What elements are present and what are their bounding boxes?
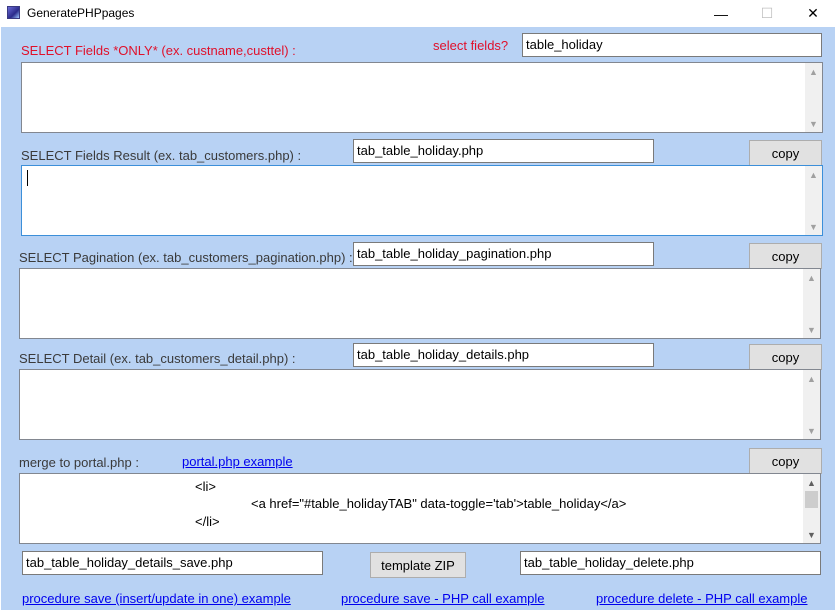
- scroll-down-icon[interactable]: ▼: [805, 115, 822, 132]
- select-fields-scrollbar[interactable]: ▲ ▼: [805, 63, 822, 132]
- scroll-up-icon[interactable]: ▲: [803, 474, 820, 491]
- result-label: SELECT Fields Result (ex. tab_customers.…: [21, 148, 302, 163]
- portal-scrollbar[interactable]: ▲ ▼: [803, 474, 820, 543]
- portal-label: merge to portal.php :: [19, 455, 139, 470]
- maximize-button[interactable]: ☐: [744, 0, 790, 27]
- client-area: SELECT Fields *ONLY* (ex. custname,custt…: [1, 27, 835, 610]
- window-title: GeneratePHPpages: [27, 6, 135, 20]
- detail-memo[interactable]: ▲ ▼: [19, 369, 821, 440]
- save-procedure-link[interactable]: procedure save (insert/update in one) ex…: [22, 591, 291, 606]
- portal-example-link[interactable]: portal.php example: [182, 454, 293, 469]
- pagination-copy-button[interactable]: copy: [749, 243, 822, 269]
- delete-filename-input[interactable]: tab_table_holiday_delete.php: [520, 551, 821, 575]
- scroll-down-icon[interactable]: ▼: [803, 321, 820, 338]
- close-button[interactable]: ✕: [790, 0, 836, 27]
- result-scrollbar[interactable]: ▲ ▼: [805, 166, 822, 235]
- scroll-up-icon[interactable]: ▲: [803, 269, 820, 286]
- title-bar: GeneratePHPpages — ☐ ✕: [0, 0, 836, 27]
- save-filename-input[interactable]: tab_table_holiday_details_save.php: [22, 551, 323, 575]
- pagination-filename-input[interactable]: tab_table_holiday_pagination.php: [353, 242, 654, 266]
- minimize-button[interactable]: —: [698, 0, 744, 27]
- delete-php-call-link[interactable]: procedure delete - PHP call example: [596, 591, 808, 606]
- select-fields-label: SELECT Fields *ONLY* (ex. custname,custt…: [21, 43, 296, 58]
- scroll-up-icon[interactable]: ▲: [803, 370, 820, 387]
- scroll-down-icon[interactable]: ▼: [803, 422, 820, 439]
- scroll-down-icon[interactable]: ▼: [803, 526, 820, 543]
- detail-copy-button[interactable]: copy: [749, 344, 822, 370]
- select-fields-prompt: select fields?: [433, 38, 509, 53]
- scroll-up-icon[interactable]: ▲: [805, 63, 822, 80]
- select-fields-memo[interactable]: ▲ ▼: [21, 62, 823, 133]
- app-icon: [7, 6, 20, 19]
- detail-filename-input[interactable]: tab_table_holiday_details.php: [353, 343, 654, 367]
- pagination-label: SELECT Pagination (ex. tab_customers_pag…: [19, 250, 353, 265]
- template-zip-button[interactable]: template ZIP: [370, 552, 466, 578]
- text-caret: [27, 170, 28, 186]
- scrollbar-thumb[interactable]: [805, 491, 818, 508]
- portal-copy-button[interactable]: copy: [749, 448, 822, 474]
- pagination-scrollbar[interactable]: ▲ ▼: [803, 269, 820, 338]
- save-php-call-link[interactable]: procedure save - PHP call example: [341, 591, 545, 606]
- code-line: <li>: [195, 479, 216, 494]
- result-copy-button[interactable]: copy: [749, 140, 822, 166]
- portal-code-memo[interactable]: <li> <a href="#table_holidayTAB" data-to…: [19, 473, 821, 544]
- scroll-down-icon[interactable]: ▼: [805, 218, 822, 235]
- result-memo[interactable]: ▲ ▼: [21, 165, 823, 236]
- detail-scrollbar[interactable]: ▲ ▼: [803, 370, 820, 439]
- result-filename-input[interactable]: tab_table_holiday.php: [353, 139, 654, 163]
- code-line: <a href="#table_holidayTAB" data-toggle=…: [251, 496, 627, 511]
- code-line: </li>: [195, 514, 220, 529]
- pagination-memo[interactable]: ▲ ▼: [19, 268, 821, 339]
- scroll-up-icon[interactable]: ▲: [805, 166, 822, 183]
- table-name-input[interactable]: table_holiday: [522, 33, 822, 57]
- detail-label: SELECT Detail (ex. tab_customers_detail.…: [19, 351, 296, 366]
